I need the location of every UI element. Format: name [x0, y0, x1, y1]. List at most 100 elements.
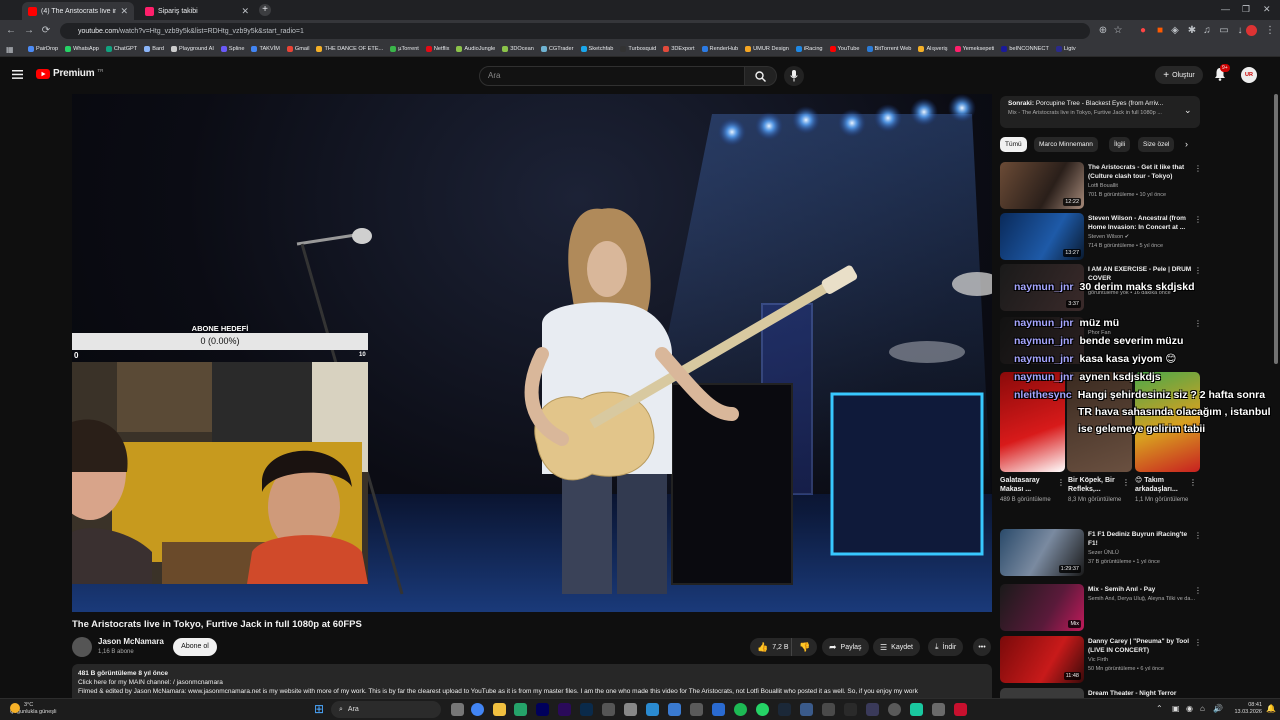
- chip-marco-minnemann[interactable]: Marco Minnemann: [1034, 137, 1098, 152]
- recommended-video[interactable]: Mix Mix - Semih Anıl - Pay Semih Anıl, D…: [1000, 584, 1202, 632]
- clock[interactable]: 08:41 13.03.2026: [1228, 702, 1262, 716]
- bookmark-item[interactable]: Spline: [220, 46, 244, 52]
- share-button[interactable]: ➦ Paylaş: [822, 638, 869, 656]
- channel-name[interactable]: Jason McNamara: [98, 637, 164, 646]
- more-vertical-icon[interactable]: ⋮: [1194, 531, 1202, 540]
- reload-icon[interactable]: ⟳: [40, 25, 52, 37]
- hamburger-menu-icon[interactable]: [12, 70, 23, 79]
- bookmark-item[interactable]: CGTrader: [540, 46, 574, 52]
- bookmark-item[interactable]: TAKVİM: [251, 46, 280, 52]
- bookmark-item[interactable]: beINCONNECT: [1001, 46, 1049, 52]
- bookmark-item[interactable]: Playground AI: [171, 46, 214, 52]
- account-avatar[interactable]: UR: [1241, 67, 1257, 83]
- more-vertical-icon[interactable]: ⋮: [1057, 478, 1065, 487]
- voice-search-button[interactable]: [784, 66, 804, 86]
- close-window-icon[interactable]: ✕: [1263, 4, 1271, 15]
- settings-gear-icon[interactable]: [932, 703, 945, 716]
- download-icon[interactable]: ↓: [1234, 25, 1246, 37]
- notifications-button[interactable]: 9+: [1214, 64, 1230, 81]
- more-vertical-icon[interactable]: ⋮: [1194, 215, 1202, 224]
- bookmark-item[interactable]: THE DANCE OF ETE...: [316, 46, 383, 52]
- forward-icon[interactable]: →: [23, 25, 35, 37]
- app-icon[interactable]: [668, 703, 681, 716]
- spotify-icon[interactable]: [734, 703, 747, 716]
- bookmark-item[interactable]: Netflix: [425, 46, 449, 52]
- app-icon[interactable]: [910, 703, 923, 716]
- recommended-video[interactable]: 13:27 Steven Wilson - Ancestral (from Ho…: [1000, 213, 1202, 261]
- new-tab-button[interactable]: +: [259, 4, 271, 16]
- maximize-icon[interactable]: ❐: [1242, 4, 1250, 15]
- close-tab-icon[interactable]: ✕: [120, 6, 128, 17]
- subscribe-button[interactable]: Abone ol: [173, 638, 217, 656]
- bookmark-item[interactable]: AudioJungle: [456, 46, 495, 52]
- page-scrollbar[interactable]: [1272, 94, 1280, 704]
- extensions-puzzle-icon[interactable]: ✱: [1186, 25, 1198, 37]
- bookmark-item[interactable]: BitTorrent Web: [866, 46, 911, 52]
- tray-chevron-up-icon[interactable]: ⌃: [1156, 704, 1163, 713]
- weather-widget[interactable]: 3°C Çoğunlukla güneşli: [10, 702, 56, 716]
- chip-all[interactable]: Tümü: [1000, 137, 1027, 152]
- premiere-icon[interactable]: [558, 703, 571, 716]
- after-effects-icon[interactable]: [536, 703, 549, 716]
- back-icon[interactable]: ←: [5, 25, 17, 37]
- app-icon[interactable]: [514, 703, 527, 716]
- more-vertical-icon[interactable]: ⋮: [1122, 478, 1130, 487]
- network-icon[interactable]: ⌂: [1200, 704, 1205, 713]
- taskbar-search[interactable]: ⌕ Ara: [331, 701, 441, 718]
- app-icon[interactable]: [844, 703, 857, 716]
- short-item[interactable]: Bir Köpek, Bir Refleks,... 8,3 Mn görünt…: [1068, 476, 1128, 504]
- profile-avatar-icon[interactable]: [1246, 25, 1257, 36]
- tab-youtube[interactable]: (4) The Aristocrats live in T... ✕: [22, 2, 134, 20]
- app-icon[interactable]: [800, 703, 813, 716]
- recommended-video[interactable]: 12:22 The Aristocrats - Get it like that…: [1000, 162, 1202, 210]
- sidebar-icon[interactable]: ▭: [1218, 25, 1230, 37]
- bookmark-item[interactable]: Gmail: [286, 46, 309, 52]
- youtube-logo[interactable]: Premium TR: [36, 68, 103, 79]
- minimize-icon[interactable]: —: [1221, 4, 1230, 14]
- close-tab-icon[interactable]: ✕: [241, 6, 249, 17]
- install-icon[interactable]: ⊕: [1097, 25, 1109, 37]
- bookmark-item[interactable]: µTorrent: [390, 46, 419, 52]
- download-button[interactable]: ⤓ İndir: [928, 638, 964, 656]
- recommended-video[interactable]: Dream Theater - Night Terror: [1000, 688, 1200, 698]
- search-button[interactable]: [745, 66, 777, 86]
- windows-start-icon[interactable]: ⊞: [314, 703, 327, 716]
- whatsapp-icon[interactable]: [756, 703, 769, 716]
- more-vertical-icon[interactable]: ⋮: [1194, 586, 1202, 595]
- bookmark-item[interactable]: Sketchfab: [580, 46, 613, 52]
- video-player[interactable]: ABONE HEDEFİ 0 (0.00%) 0 10: [72, 94, 992, 612]
- more-vertical-icon[interactable]: ⋮: [1194, 638, 1202, 647]
- photoshop-icon[interactable]: [580, 703, 593, 716]
- more-vertical-icon[interactable]: ⋮: [1194, 319, 1202, 328]
- short-thumbnail[interactable]: [1067, 372, 1132, 472]
- menu-kebab-icon[interactable]: ⋮: [1264, 25, 1276, 37]
- bookmark-item[interactable]: Yemeksepeti: [954, 46, 994, 52]
- task-view-icon[interactable]: [451, 703, 464, 716]
- file-explorer-icon[interactable]: [493, 703, 506, 716]
- chrome-icon[interactable]: [471, 703, 484, 716]
- bookmark-item[interactable]: Alışveriş: [918, 46, 948, 52]
- extension-icon[interactable]: ●: [1137, 25, 1149, 37]
- chevron-right-icon[interactable]: ›: [1185, 139, 1188, 149]
- app-icon[interactable]: [690, 703, 703, 716]
- bookmark-item[interactable]: ChatGPT: [105, 46, 137, 52]
- bookmark-item[interactable]: Bard: [144, 46, 164, 52]
- short-thumbnail[interactable]: [1000, 372, 1065, 472]
- todo-icon[interactable]: [712, 703, 725, 716]
- apps-grid-icon[interactable]: ▦: [6, 45, 14, 54]
- bookmark-item[interactable]: PairDrop: [28, 46, 58, 52]
- url-bar[interactable]: youtube.com /watch?v=Htg_vzb9y5k&list=RD…: [60, 23, 1090, 39]
- up-next-panel[interactable]: Sonraki: Porcupine Tree - Blackest Eyes …: [1000, 96, 1200, 128]
- app-icon[interactable]: [822, 703, 835, 716]
- more-vertical-icon[interactable]: ⋮: [1194, 266, 1202, 275]
- scrollbar-thumb[interactable]: [1274, 94, 1278, 364]
- app-icon[interactable]: [624, 703, 637, 716]
- tab-siparis[interactable]: Sipariş takibi ✕: [139, 2, 255, 20]
- more-actions-button[interactable]: •••: [973, 638, 991, 656]
- chip-related[interactable]: İlgili: [1109, 137, 1131, 152]
- channel-avatar[interactable]: [72, 637, 92, 657]
- app-icon[interactable]: [866, 703, 879, 716]
- create-button[interactable]: + Oluştur: [1155, 66, 1203, 84]
- tray-icon[interactable]: ▣: [1172, 704, 1180, 713]
- save-button[interactable]: ☰ Kaydet: [873, 638, 920, 656]
